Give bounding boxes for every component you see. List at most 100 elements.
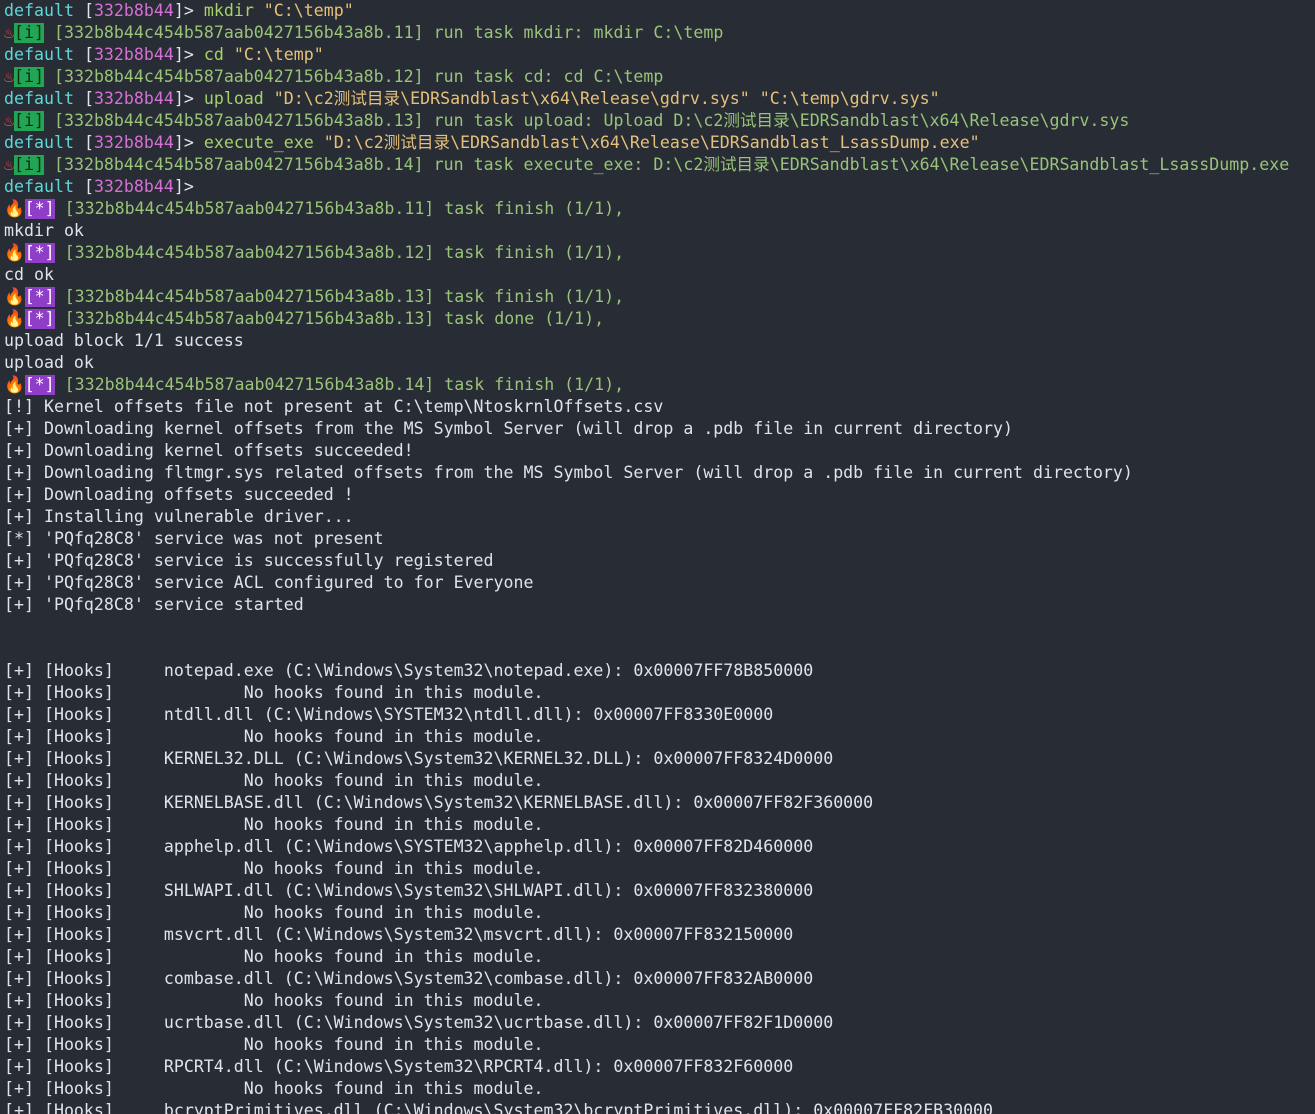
output-line: [+] [Hooks] No hooks found in this modul… <box>4 1078 1311 1100</box>
fire-icon: 🔥 <box>4 309 25 328</box>
output-text: [+] [Hooks] msvcrt.dll (C:\Windows\Syste… <box>4 925 794 944</box>
output-text: [+] Downloading kernel offsets from the … <box>4 419 1014 438</box>
output-text: [+] [Hooks] No hooks found in this modul… <box>4 727 544 746</box>
output-text: [+] [Hooks] apphelp.dll (C:\Windows\SYST… <box>4 837 814 856</box>
info-badge: [i] <box>14 23 44 43</box>
output-text: upload ok <box>4 353 94 372</box>
output-line: [+] [Hooks] KERNEL32.DLL (C:\Windows\Sys… <box>4 748 1311 770</box>
output-line: mkdir ok <box>4 220 1311 242</box>
output-text: [+] [Hooks] notepad.exe (C:\Windows\Syst… <box>4 661 814 680</box>
output-text: [+] [Hooks] No hooks found in this modul… <box>4 859 544 878</box>
output-text: [+] Downloading kernel offsets succeeded… <box>4 441 414 460</box>
command-name: upload <box>203 89 264 108</box>
prompt-session: 332b8b44 <box>93 89 174 108</box>
output-line: upload block 1/1 success <box>4 330 1311 352</box>
task-status-line: 🔥[*] [332b8b44c454b587aab0427156b43a8b.1… <box>4 286 1311 308</box>
output-line: [+] [Hooks] No hooks found in this modul… <box>4 990 1311 1012</box>
output-line: [+] [Hooks] combase.dll (C:\Windows\Syst… <box>4 968 1311 990</box>
prompt-line: default [332b8b44]> cd "C:\temp" <box>4 45 324 64</box>
prompt-context: default <box>4 177 74 196</box>
prompt-context: default <box>4 45 74 64</box>
output-line: [+] [Hooks] ntdll.dll (C:\Windows\SYSTEM… <box>4 704 1311 726</box>
info-text: [332b8b44c454b587aab0427156b43a8b.12] ru… <box>53 67 664 86</box>
output-text: mkdir ok <box>4 221 84 240</box>
task-status-line: 🔥[*] [332b8b44c454b587aab0427156b43a8b.1… <box>4 308 1311 330</box>
info-text: [332b8b44c454b587aab0427156b43a8b.14] ru… <box>53 155 1290 174</box>
output-line: [+] [Hooks] SHLWAPI.dll (C:\Windows\Syst… <box>4 880 1311 902</box>
output-line: [+] 'PQfq28C8' service ACL configured to… <box>4 572 1311 594</box>
output-line: cd ok <box>4 264 1311 286</box>
command-args: "C:\temp" <box>223 45 324 64</box>
command-args: "C:\temp" <box>253 1 354 20</box>
output-text: [+] [Hooks] KERNELBASE.dll (C:\Windows\S… <box>4 793 874 812</box>
prompt-context: default <box>4 133 74 152</box>
output-text: [+] [Hooks] No hooks found in this modul… <box>4 991 544 1010</box>
info-text: [332b8b44c454b587aab0427156b43a8b.13] ru… <box>53 111 1130 130</box>
output-text: [!] Kernel offsets file not present at C… <box>4 397 664 416</box>
info-line: ♨[i] [332b8b44c454b587aab0427156b43a8b.1… <box>4 110 1311 132</box>
task-status-text: [332b8b44c454b587aab0427156b43a8b.13] ta… <box>64 309 605 328</box>
output-text: upload block 1/1 success <box>4 331 244 350</box>
output-text: [+] 'PQfq28C8' service started <box>4 595 304 614</box>
fire-icon: 🔥 <box>4 375 25 394</box>
output-line: [+] [Hooks] No hooks found in this modul… <box>4 814 1311 836</box>
task-status-text: [332b8b44c454b587aab0427156b43a8b.14] ta… <box>64 375 625 394</box>
info-text: [332b8b44c454b587aab0427156b43a8b.11] ru… <box>53 23 724 42</box>
task-output: 🔥[*] [332b8b44c454b587aab0427156b43a8b.1… <box>4 198 1311 1114</box>
output-text: [+] [Hooks] ucrtbase.dll (C:\Windows\Sys… <box>4 1013 834 1032</box>
info-line: ♨[i] [332b8b44c454b587aab0427156b43a8b.1… <box>4 22 1311 44</box>
prompt-line: default [332b8b44]> mkdir "C:\temp" <box>4 1 354 20</box>
prompt-session: 332b8b44 <box>93 45 174 64</box>
output-line: [+] [Hooks] msvcrt.dll (C:\Windows\Syste… <box>4 924 1311 946</box>
output-line: [+] [Hooks] No hooks found in this modul… <box>4 902 1311 924</box>
output-text: [+] [Hooks] No hooks found in this modul… <box>4 771 544 790</box>
output-line: [+] [Hooks] No hooks found in this modul… <box>4 682 1311 704</box>
output-line: [+] [Hooks] No hooks found in this modul… <box>4 946 1311 968</box>
fire-icon: 🔥 <box>4 243 25 262</box>
output-line: [+] Downloading fltmgr.sys related offse… <box>4 462 1311 484</box>
output-line: [*] 'PQfq28C8' service was not present <box>4 528 1311 550</box>
output-line: upload ok <box>4 352 1311 374</box>
output-line: [+] Downloading kernel offsets succeeded… <box>4 440 1311 462</box>
output-text: [+] [Hooks] No hooks found in this modul… <box>4 815 544 834</box>
output-line: [+] [Hooks] KERNELBASE.dll (C:\Windows\S… <box>4 792 1311 814</box>
task-status-line: 🔥[*] [332b8b44c454b587aab0427156b43a8b.1… <box>4 198 1311 220</box>
hot-springs-icon: ♨ <box>4 23 14 42</box>
output-line: [+] [Hooks] notepad.exe (C:\Windows\Syst… <box>4 660 1311 682</box>
output-text: [+] [Hooks] No hooks found in this modul… <box>4 903 544 922</box>
prompt-context: default <box>4 89 74 108</box>
fire-icon: 🔥 <box>4 199 25 218</box>
output-line: [+] [Hooks] bcryptPrimitives.dll (C:\Win… <box>4 1100 1311 1114</box>
output-line: [+] [Hooks] No hooks found in this modul… <box>4 770 1311 792</box>
output-text: [+] [Hooks] bcryptPrimitives.dll (C:\Win… <box>4 1101 994 1114</box>
hot-springs-icon: ♨ <box>4 111 14 130</box>
output-line: [!] Kernel offsets file not present at C… <box>4 396 1311 418</box>
prompt-session: 332b8b44 <box>93 1 174 20</box>
output-line: [+] [Hooks] No hooks found in this modul… <box>4 1034 1311 1056</box>
star-badge: [*] <box>24 309 55 329</box>
output-line: [+] Installing vulnerable driver... <box>4 506 1311 528</box>
output-line: [+] [Hooks] RPCRT4.dll (C:\Windows\Syste… <box>4 1056 1311 1078</box>
info-badge: [i] <box>14 67 44 87</box>
output-line: [+] Downloading kernel offsets from the … <box>4 418 1311 440</box>
info-badge: [i] <box>14 155 44 175</box>
prompt-context: default <box>4 1 74 20</box>
output-text: [+] [Hooks] No hooks found in this modul… <box>4 947 544 966</box>
output-text: [+] 'PQfq28C8' service is successfully r… <box>4 551 494 570</box>
task-status-line: 🔥[*] [332b8b44c454b587aab0427156b43a8b.1… <box>4 374 1311 396</box>
output-text: [+] Downloading fltmgr.sys related offse… <box>4 463 1133 482</box>
command-name: cd <box>203 45 224 64</box>
output-line: [+] [Hooks] ucrtbase.dll (C:\Windows\Sys… <box>4 1012 1311 1034</box>
prompt-line-current[interactable]: default [332b8b44]> <box>4 176 1311 198</box>
info-line: ♨[i] [332b8b44c454b587aab0427156b43a8b.1… <box>4 66 1311 88</box>
prompt-session: 332b8b44 <box>93 133 174 152</box>
star-badge: [*] <box>24 287 55 307</box>
output-text: cd ok <box>4 265 54 284</box>
command-args: "D:\c2测试目录\EDRSandblast\x64\Release\gdrv… <box>263 89 940 108</box>
output-text: [+] [Hooks] SHLWAPI.dll (C:\Windows\Syst… <box>4 881 814 900</box>
hot-springs-icon: ♨ <box>4 155 14 174</box>
hot-springs-icon: ♨ <box>4 67 14 86</box>
command-name: mkdir <box>203 1 254 20</box>
